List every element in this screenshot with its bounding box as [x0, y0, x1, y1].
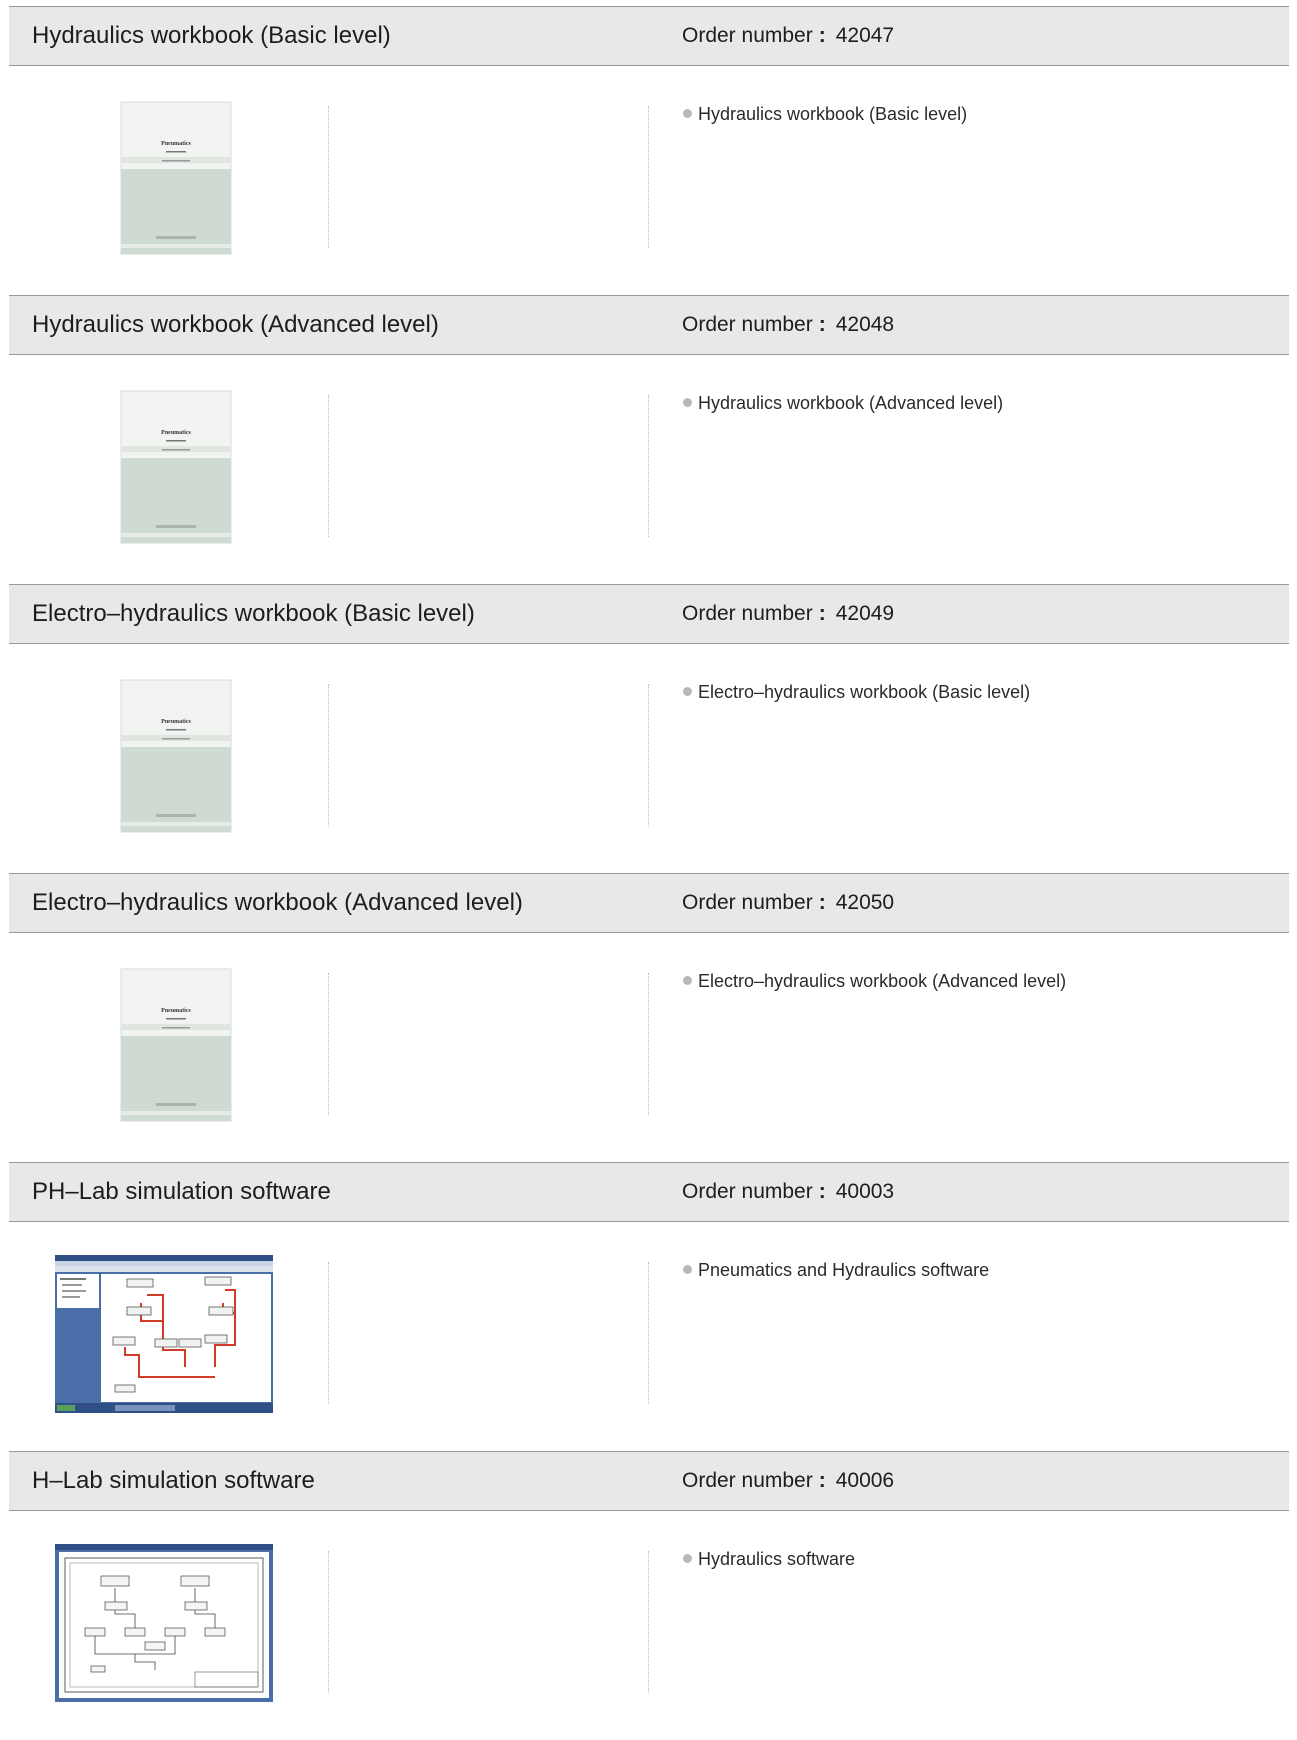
order-number: 42050	[835, 891, 895, 914]
product-body: Pneumatics Electro–hydraulics workbook (…	[9, 933, 1289, 1162]
feature-text: Hydraulics software	[698, 1549, 856, 1569]
product-header: Electro–hydraulics workbook (Basic level…	[9, 584, 1289, 644]
feature-text: Electro–hydraulics workbook (Basic level…	[698, 682, 1031, 702]
feature-list-item: Hydraulics workbook (Advanced level)	[683, 393, 1003, 414]
feature-text: Hydraulics workbook (Advanced level)	[698, 393, 1004, 413]
feature-list-item: Electro–hydraulics workbook (Advanced le…	[683, 971, 1066, 992]
order-number: 42049	[835, 602, 895, 625]
product-block: PH–Lab simulation software Order number:…	[9, 1162, 1289, 1451]
workbook-cover-image: Pneumatics	[120, 679, 232, 833]
column-divider	[328, 1262, 329, 1404]
product-header: Electro–hydraulics workbook (Advanced le…	[9, 873, 1289, 933]
product-body: Pneumatics Hydraulics workbook (Advanced…	[9, 355, 1289, 584]
software-screenshot-image	[55, 1544, 273, 1702]
column-divider	[648, 1551, 649, 1693]
feature-list-item: Hydraulics workbook (Basic level)	[683, 104, 967, 125]
product-header: PH–Lab simulation software Order number:…	[9, 1162, 1289, 1222]
cover-title-text: Pneumatics	[161, 1008, 191, 1014]
product-title: Electro–hydraulics workbook (Basic level…	[32, 600, 475, 627]
product-image: Pneumatics	[55, 966, 273, 1124]
column-divider	[328, 1551, 329, 1693]
product-image	[55, 1255, 273, 1413]
order-number: 40003	[835, 1180, 895, 1203]
order-label: Order number	[682, 24, 813, 47]
order-label: Order number	[682, 891, 813, 914]
column-divider	[328, 684, 329, 826]
column-divider	[328, 395, 329, 537]
column-divider	[648, 973, 649, 1115]
order-label: Order number	[682, 1180, 813, 1203]
product-header: Hydraulics workbook (Advanced level) Ord…	[9, 295, 1289, 355]
feature-text: Hydraulics workbook (Basic level)	[698, 104, 968, 124]
column-divider	[648, 684, 649, 826]
order-number: 42048	[835, 313, 895, 336]
product-image: Pneumatics	[55, 677, 273, 835]
bullet-dot-icon	[683, 109, 692, 118]
bullet-dot-icon	[683, 1554, 692, 1563]
product-catalog-page: Hydraulics workbook (Basic level) Order …	[9, 6, 1289, 1740]
order-number: 40006	[835, 1469, 895, 1492]
order-label: Order number	[682, 313, 813, 336]
product-title: Electro–hydraulics workbook (Advanced le…	[32, 889, 523, 916]
order-number-line: Order number:40003	[682, 1180, 895, 1203]
product-title: H–Lab simulation software	[32, 1467, 315, 1494]
product-body: Pneumatics and Hydraulics software	[9, 1222, 1289, 1451]
order-number: 42047	[835, 24, 895, 47]
product-title: PH–Lab simulation software	[32, 1178, 331, 1205]
workbook-cover-image: Pneumatics	[120, 390, 232, 544]
feature-list-item: Electro–hydraulics workbook (Basic level…	[683, 682, 1030, 703]
column-divider	[328, 973, 329, 1115]
product-header: H–Lab simulation software Order number:4…	[9, 1451, 1289, 1511]
order-number-line: Order number:40006	[682, 1469, 895, 1492]
product-body: Hydraulics software	[9, 1511, 1289, 1740]
column-divider	[648, 395, 649, 537]
software-screenshot-image	[55, 1255, 273, 1413]
order-number-line: Order number:42049	[682, 602, 895, 625]
order-number-line: Order number:42047	[682, 24, 895, 47]
bullet-dot-icon	[683, 398, 692, 407]
cover-title-text: Pneumatics	[161, 719, 191, 725]
order-number-line: Order number:42048	[682, 313, 895, 336]
column-divider	[328, 106, 329, 248]
product-body: Pneumatics Electro–hydraulics workbook (…	[9, 644, 1289, 873]
order-label: Order number	[682, 1469, 813, 1492]
workbook-cover-image: Pneumatics	[120, 101, 232, 255]
product-body: Pneumatics Hydraulics workbook (Basic le…	[9, 66, 1289, 295]
bullet-dot-icon	[683, 1265, 692, 1274]
feature-list-item: Hydraulics software	[683, 1549, 855, 1570]
cover-title-text: Pneumatics	[161, 141, 191, 147]
product-image: Pneumatics	[55, 388, 273, 546]
workbook-cover-image: Pneumatics	[120, 968, 232, 1122]
product-title: Hydraulics workbook (Basic level)	[32, 22, 391, 49]
product-block: Hydraulics workbook (Basic level) Order …	[9, 6, 1289, 295]
product-block: H–Lab simulation software Order number:4…	[9, 1451, 1289, 1740]
product-image	[55, 1544, 273, 1702]
product-title: Hydraulics workbook (Advanced level)	[32, 311, 439, 338]
product-header: Hydraulics workbook (Basic level) Order …	[9, 6, 1289, 66]
column-divider	[648, 106, 649, 248]
order-label: Order number	[682, 602, 813, 625]
product-block: Electro–hydraulics workbook (Advanced le…	[9, 873, 1289, 1162]
product-block: Electro–hydraulics workbook (Basic level…	[9, 584, 1289, 873]
feature-text: Electro–hydraulics workbook (Advanced le…	[698, 971, 1067, 991]
feature-list-item: Pneumatics and Hydraulics software	[683, 1260, 989, 1281]
feature-text: Pneumatics and Hydraulics software	[698, 1260, 990, 1280]
product-block: Hydraulics workbook (Advanced level) Ord…	[9, 295, 1289, 584]
bullet-dot-icon	[683, 976, 692, 985]
order-number-line: Order number:42050	[682, 891, 895, 914]
column-divider	[648, 1262, 649, 1404]
product-image: Pneumatics	[55, 99, 273, 257]
cover-title-text: Pneumatics	[161, 430, 191, 436]
bullet-dot-icon	[683, 687, 692, 696]
